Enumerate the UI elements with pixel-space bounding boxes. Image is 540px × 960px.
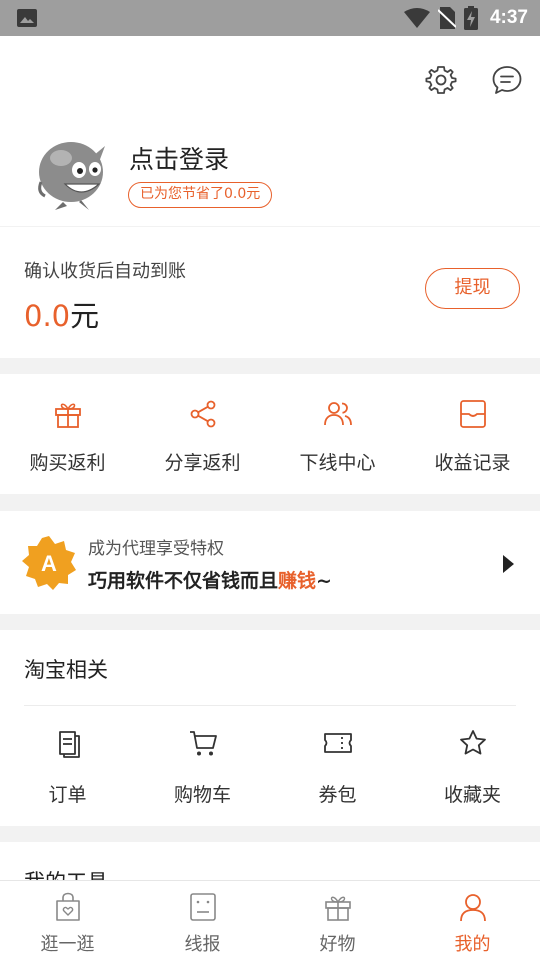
tab-good-stuff[interactable]: 好物 bbox=[270, 881, 405, 960]
battery-charging-icon bbox=[463, 6, 478, 30]
settings-gear-icon[interactable] bbox=[425, 64, 457, 96]
share-icon bbox=[190, 400, 215, 428]
users-icon bbox=[323, 402, 352, 426]
gift-icon bbox=[54, 403, 81, 428]
login-prompt[interactable]: 点击登录 bbox=[129, 140, 229, 176]
agent-headline-suffix: ~ bbox=[316, 570, 332, 592]
coupon-icon bbox=[323, 733, 352, 753]
tab-label: 线报 bbox=[184, 934, 221, 955]
avatar[interactable] bbox=[35, 136, 107, 212]
wifi-icon bbox=[403, 8, 430, 28]
star-icon bbox=[459, 730, 486, 755]
person-icon bbox=[459, 894, 486, 922]
tab-mine[interactable]: 我的 bbox=[405, 881, 540, 960]
cart-icon bbox=[189, 731, 217, 756]
menu-item-label: 收益记录 bbox=[434, 452, 511, 474]
tab-label: 好物 bbox=[319, 934, 356, 955]
taobao-item-label: 收藏夹 bbox=[443, 784, 501, 806]
menu-item-share-rebate[interactable]: 分享返利 bbox=[135, 374, 270, 494]
agent-headline: 巧用软件不仅省钱而且赚钱~ bbox=[88, 566, 332, 593]
taobao-item-label: 券包 bbox=[318, 784, 357, 806]
wallet-icon bbox=[459, 400, 486, 428]
taobao-item-favorites[interactable]: 收藏夹 bbox=[405, 706, 540, 826]
tab-deals-news[interactable]: 线报 bbox=[135, 881, 270, 960]
shopping-bag-icon bbox=[55, 892, 80, 921]
menu-item-label: 购买返利 bbox=[29, 452, 106, 474]
order-icon bbox=[58, 731, 80, 758]
balance-value: 0.0 bbox=[24, 299, 71, 333]
balance-amount: 0.0元 bbox=[24, 293, 99, 335]
taobao-item-orders[interactable]: 订单 bbox=[0, 706, 135, 826]
agent-promo-banner[interactable]: A 成为代理享受特权 巧用软件不仅省钱而且赚钱~ bbox=[0, 511, 540, 614]
agent-badge-icon: A bbox=[22, 536, 76, 590]
rebate-menu: 购买返利 分享返利 下线中心 收益记录 bbox=[0, 374, 540, 494]
taobao-item-cart[interactable]: 购物车 bbox=[135, 706, 270, 826]
taobao-item-coupons[interactable]: 券包 bbox=[270, 706, 405, 826]
taobao-item-label: 订单 bbox=[48, 784, 87, 806]
balance-card: 确认收货后自动到账 0.0元 提现 bbox=[0, 227, 540, 358]
profile-header: 点击登录 已为您节省了0.0元 bbox=[0, 36, 540, 226]
menu-item-label: 下线中心 bbox=[299, 452, 376, 474]
status-bar: 4:37 bbox=[0, 0, 540, 36]
agent-headline-prefix: 巧用软件不仅省钱而且 bbox=[88, 570, 279, 592]
balance-label: 确认收货后自动到账 bbox=[24, 261, 186, 282]
section-title: 淘宝相关 bbox=[24, 658, 108, 682]
tab-label: 逛一逛 bbox=[40, 934, 95, 955]
savings-badge: 已为您节省了0.0元 bbox=[128, 182, 273, 208]
menu-item-purchase-rebate[interactable]: 购买返利 bbox=[0, 374, 135, 494]
gift-icon bbox=[324, 896, 351, 921]
agent-badge-letter: A bbox=[41, 551, 57, 576]
message-icon[interactable] bbox=[491, 64, 523, 96]
menu-item-downline-center[interactable]: 下线中心 bbox=[270, 374, 405, 494]
balance-unit: 元 bbox=[70, 299, 100, 333]
news-icon bbox=[189, 893, 216, 921]
agent-headline-highlight: 赚钱 bbox=[278, 570, 317, 592]
tab-label: 我的 bbox=[454, 934, 491, 955]
no-sim-icon bbox=[437, 7, 456, 29]
arrow-right-icon bbox=[503, 555, 514, 573]
withdraw-button[interactable]: 提现 bbox=[425, 268, 520, 309]
clock: 4:37 bbox=[489, 7, 528, 28]
bottom-tab-bar: 逛一逛 线报 好物 我的 bbox=[0, 880, 540, 960]
taobao-item-label: 购物车 bbox=[173, 784, 231, 806]
agent-subtitle: 成为代理享受特权 bbox=[88, 539, 224, 559]
tab-browse[interactable]: 逛一逛 bbox=[0, 881, 135, 960]
taobao-shortcuts: 订单 购物车 券包 收藏夹 bbox=[0, 706, 540, 826]
menu-item-earnings-record[interactable]: 收益记录 bbox=[405, 374, 540, 494]
taobao-section: 淘宝相关 订单 购物车 券包 收藏夹 bbox=[0, 630, 540, 826]
menu-item-label: 分享返利 bbox=[164, 452, 241, 474]
gallery-notification-icon bbox=[17, 9, 37, 27]
